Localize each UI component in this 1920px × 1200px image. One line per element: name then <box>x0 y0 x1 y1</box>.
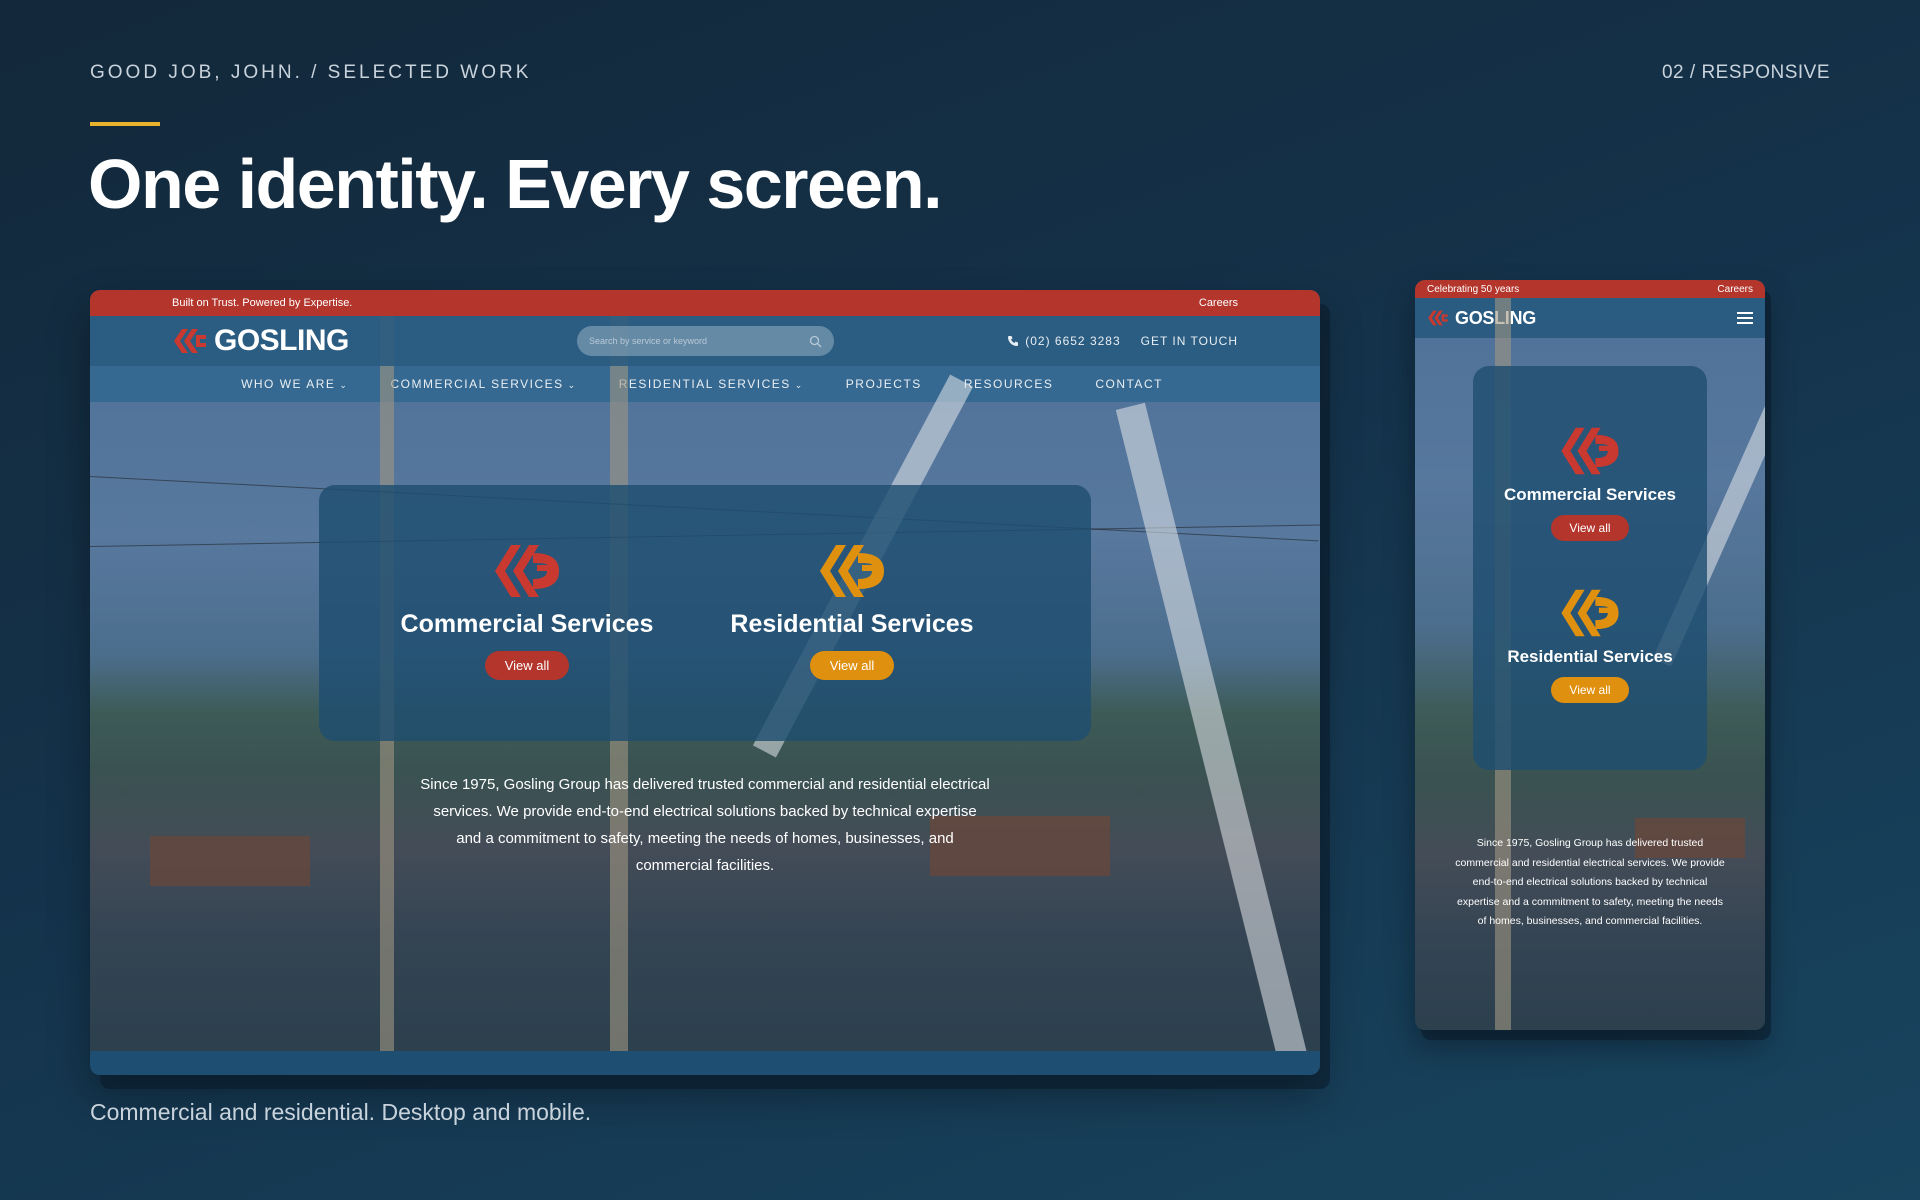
careers-link[interactable]: Careers <box>1199 297 1238 309</box>
crane-boom <box>1115 402 1315 1051</box>
nav-item-projects[interactable]: PROJECTS <box>846 377 922 391</box>
desktop-nav: WHO WE ARE ⌄ COMMERCIAL SERVICES ⌄ RESIDEN… <box>90 366 1320 402</box>
desktop-footer-strip <box>90 1051 1320 1075</box>
nav-item-contact[interactable]: CONTACT <box>1095 377 1163 391</box>
chevron-down-icon: ⌄ <box>794 380 804 390</box>
residential-view-all-button[interactable]: View all <box>1551 677 1629 703</box>
nav-label: RESIDENTIAL SERVICES <box>618 377 791 391</box>
commercial-view-all-button[interactable]: View all <box>484 651 570 680</box>
hero-scene: GOSLING Search by service or keyword (02… <box>90 316 1320 1051</box>
search-placeholder: Search by service or keyword <box>589 336 708 346</box>
logo-wordmark: GOSLING <box>214 324 349 357</box>
mobile-services-panel: Commercial Services View all Residential… <box>1473 366 1707 770</box>
gosling-logo-icon <box>174 329 206 353</box>
nav-label: WHO WE ARE <box>241 377 336 391</box>
commercial-services-icon <box>495 545 559 597</box>
slide-caption: Commercial and residential. Desktop and … <box>90 1099 592 1125</box>
chevron-down-icon: ⌄ <box>339 380 349 390</box>
nav-item-who-we-are[interactable]: WHO WE ARE ⌄ <box>241 377 348 391</box>
hamburger-menu-icon[interactable] <box>1737 312 1753 324</box>
chevron-down-icon: ⌄ <box>567 380 577 390</box>
slide-headline: One identity. Every screen. <box>88 145 943 223</box>
intro-paragraph: Since 1975, Gosling Group has delivered … <box>420 776 990 874</box>
service-title: Commercial Services <box>1504 485 1676 504</box>
commercial-view-all-button[interactable]: View all <box>1551 515 1629 541</box>
phone-icon <box>1008 336 1019 346</box>
gosling-logo-icon <box>1428 310 1448 326</box>
nav-item-resources[interactable]: RESOURCES <box>964 377 1054 391</box>
accent-divider <box>90 122 160 126</box>
get-in-touch-link[interactable]: GET IN TOUCH <box>1141 334 1238 348</box>
service-card-residential: Residential Services View all <box>1473 588 1707 703</box>
house-roof <box>150 836 310 886</box>
mobile-header: GOSLING <box>1415 298 1765 338</box>
search-icon[interactable] <box>809 335 822 348</box>
mobile-topbar: Celebrating 50 years Careers <box>1415 280 1765 298</box>
header-actions: (02) 6652 3283 GET IN TOUCH <box>1007 316 1238 366</box>
gosling-logo[interactable]: GOSLING <box>1427 308 1536 329</box>
nav-item-commercial-services[interactable]: COMMERCIAL SERVICES ⌄ <box>390 377 576 391</box>
page-number: 02 / RESPONSIVE <box>1661 62 1830 83</box>
service-title: Residential Services <box>730 610 974 638</box>
desktop-topbar: Built on Trust. Powered by Expertise. Ca… <box>90 290 1320 316</box>
mobile-mockup: Celebrating 50 years Careers GOSLING <box>1415 280 1765 1030</box>
phone-number: (02) 6652 3283 <box>1025 334 1121 348</box>
intro-paragraph: Since 1975, Gosling Group has delivered … <box>1455 837 1725 927</box>
service-title: Commercial Services <box>400 610 654 638</box>
residential-services-icon <box>1561 589 1619 637</box>
search-input[interactable]: Search by service or keyword <box>577 326 834 356</box>
phone-link[interactable]: (02) 6652 3283 <box>1007 334 1120 348</box>
service-card-residential: Residential Services View all <box>702 543 1002 680</box>
topbar-tagline: Celebrating 50 years <box>1427 283 1520 295</box>
desktop-mockup: Built on Trust. Powered by Expertise. Ca… <box>90 290 1320 1075</box>
desktop-header: GOSLING Search by service or keyword (02… <box>90 316 1320 366</box>
gosling-logo[interactable]: GOSLING <box>172 324 349 358</box>
residential-services-icon <box>820 545 884 597</box>
service-title: Residential Services <box>1507 647 1673 666</box>
topbar-tagline: Built on Trust. Powered by Expertise. <box>172 297 353 309</box>
nav-label: COMMERCIAL SERVICES <box>390 377 564 391</box>
commercial-services-icon <box>1561 427 1619 475</box>
nav-item-residential-services[interactable]: RESIDENTIAL SERVICES ⌄ <box>619 377 804 391</box>
services-panel: Commercial Services View all Residential… <box>319 485 1091 741</box>
mobile-hero-scene: GOSLING Commercial Services View all <box>1415 298 1765 1030</box>
service-card-commercial: Commercial Services View all <box>1473 426 1707 541</box>
service-card-commercial: Commercial Services View all <box>377 543 677 680</box>
residential-view-all-button[interactable]: View all <box>809 651 895 680</box>
careers-link[interactable]: Careers <box>1717 284 1753 295</box>
slide-kicker: GOOD JOB, JOHN. / SELECTED WORK <box>90 62 532 83</box>
